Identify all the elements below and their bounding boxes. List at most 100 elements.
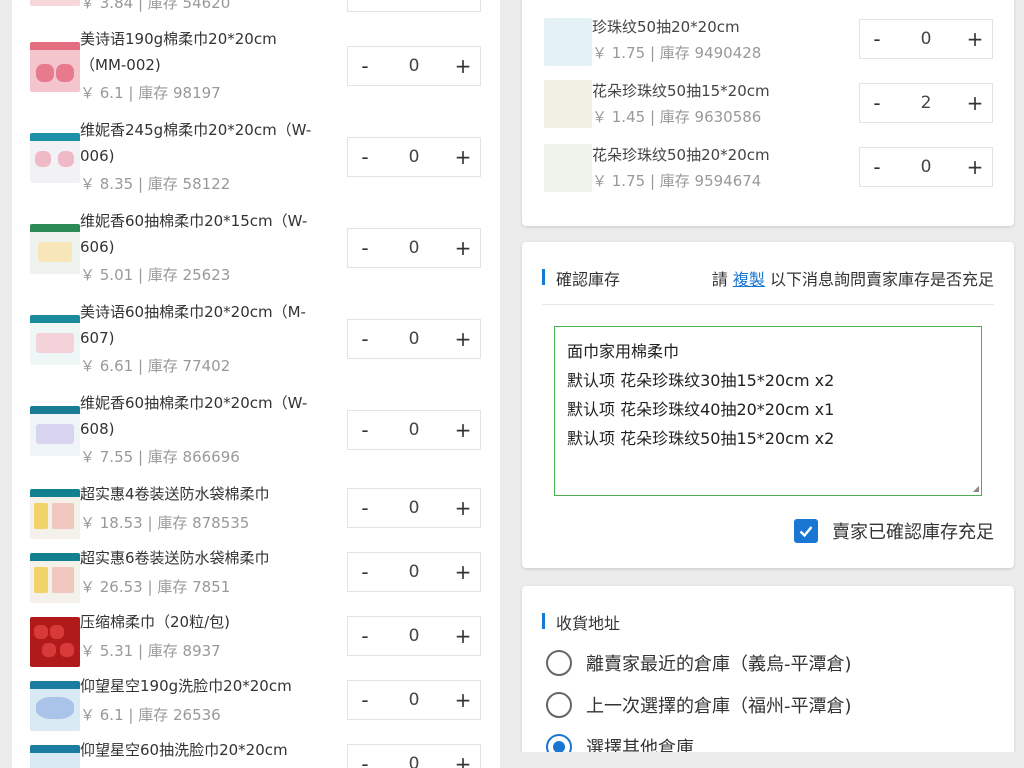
product-name: 仰望星空190g洗脸巾20*20cm — [80, 677, 292, 695]
tissue-roll-pack-icon — [30, 489, 80, 539]
product-price-stock: ￥ 18.53 | 庫存 878535 — [80, 514, 250, 532]
quantity-value: 0 — [408, 754, 420, 768]
decrement-button[interactable]: - — [348, 688, 382, 712]
confirm-stock-card: 確認庫存 請 複製 以下消息詢問賣家庫存是否充足 面巾家用棉柔巾 默认项 花朵珍… — [522, 242, 1014, 568]
quantity-stepper[interactable]: - 0 + — [347, 488, 481, 528]
quantity-stepper[interactable]: - 0 + — [859, 19, 993, 59]
decrement-button[interactable]: - — [348, 496, 382, 520]
quantity-stepper[interactable]: - 0 + — [347, 137, 481, 177]
message-line: 默认项 花朵珍珠纹30抽15*20cm x2 — [567, 371, 835, 390]
decrement-button[interactable]: - — [860, 91, 894, 115]
address-option[interactable]: 離賣家最近的倉庫（義烏-平潭倉) — [546, 650, 852, 676]
address-option[interactable]: 上一次選擇的倉庫（福州-平潭倉) — [546, 692, 852, 718]
increment-button[interactable]: + — [958, 91, 992, 115]
quantity-stepper[interactable]: - 0 + — [347, 680, 481, 720]
decrement-button[interactable]: - — [348, 327, 382, 351]
divider — [542, 304, 994, 305]
product-price-stock: ￥ 5.01 | 庫存 25623 — [80, 266, 231, 284]
product-name: 超实惠4卷装送防水袋棉柔巾 — [80, 485, 270, 503]
quantity-stepper[interactable]: - 0 + — [347, 46, 481, 86]
quantity-value: 0 — [920, 157, 932, 177]
message-line: 面巾家用棉柔巾 — [567, 342, 680, 361]
tissue-pack-icon — [544, 144, 592, 192]
decrement-button[interactable]: - — [348, 560, 382, 584]
bottom-strip — [500, 752, 1024, 768]
increment-button[interactable]: + — [446, 0, 480, 4]
quantity-value: 0 — [920, 29, 932, 49]
radio-unselected-icon[interactable] — [546, 650, 572, 676]
increment-button[interactable]: + — [446, 752, 480, 768]
quantity-value: 0 — [408, 238, 420, 258]
stock-message-textarea[interactable]: 面巾家用棉柔巾 默认项 花朵珍珠纹30抽15*20cm x2 默认项 花朵珍珠纹… — [554, 326, 982, 496]
product-name: 仰望星空60抽洗脸巾20*20cm — [80, 741, 288, 759]
quantity-value: 0 — [382, 0, 446, 2]
increment-button[interactable]: + — [446, 688, 480, 712]
quantity-stepper[interactable]: - 2 + — [859, 83, 993, 123]
quantity-stepper[interactable]: - 0 + — [347, 0, 481, 12]
message-line: 默认项 花朵珍珠纹40抽20*20cm x1 — [567, 400, 835, 419]
product-name: 花朵珍珠纹50抽20*20cm — [592, 146, 770, 164]
product-name: 花朵珍珠纹50抽15*20cm — [592, 82, 770, 100]
quantity-stepper[interactable]: - 0 + — [347, 410, 481, 450]
radio-unselected-icon[interactable] — [546, 692, 572, 718]
product-price-stock: ￥ 8.35 | 庫存 58122 — [80, 175, 231, 193]
product-name: 珍珠纹50抽20*20cm — [592, 18, 740, 36]
quantity-stepper[interactable]: - 0 + — [347, 319, 481, 359]
stock-confirmed-checkbox-row[interactable]: 賣家已確認庫存充足 — [794, 518, 994, 544]
increment-button[interactable]: + — [446, 145, 480, 169]
page: ￥ 3.84 | 庫存 54620 - 0 + 美诗语190g棉柔巾20*20c… — [0, 0, 1024, 768]
product-price-stock: ￥ 3.84 | 庫存 54620 — [80, 0, 231, 12]
decrement-button[interactable]: - — [348, 236, 382, 260]
increment-button[interactable]: + — [446, 327, 480, 351]
tissue-box-icon — [30, 315, 80, 365]
product-price-stock: ￥ 6.1 | 庫存 98197 — [80, 84, 221, 102]
product-price-stock: ￥ 1.75 | 庫存 9490428 — [592, 44, 762, 62]
face-towel-icon — [30, 681, 80, 731]
quantity-value: 2 — [920, 93, 932, 113]
decrement-button[interactable]: - — [348, 418, 382, 442]
decrement-button[interactable]: - — [860, 27, 894, 51]
decrement-button[interactable]: - — [348, 0, 382, 4]
quantity-stepper[interactable]: - 0 + — [347, 228, 481, 268]
message-line: 默认项 花朵珍珠纹50抽15*20cm x2 — [567, 429, 835, 448]
increment-button[interactable]: + — [446, 418, 480, 442]
product-price-stock: ￥ 7.55 | 庫存 866696 — [80, 448, 240, 466]
increment-button[interactable]: + — [958, 27, 992, 51]
decrement-button[interactable]: - — [348, 145, 382, 169]
decrement-button[interactable]: - — [348, 54, 382, 78]
increment-button[interactable]: + — [446, 560, 480, 584]
checkbox-label: 賣家已確認庫存充足 — [832, 522, 994, 543]
resize-handle-icon[interactable]: ◢ — [973, 484, 979, 493]
decrement-button[interactable]: - — [860, 155, 894, 179]
increment-button[interactable]: + — [446, 624, 480, 648]
product-price-stock: ￥ 5.31 | 庫存 8937 — [80, 642, 221, 660]
tissue-box-icon — [30, 406, 80, 456]
product-price-stock: ￥ 6.1 | 庫存 26536 — [80, 706, 221, 724]
copy-link[interactable]: 複製 — [733, 270, 765, 289]
decrement-button[interactable]: - — [348, 752, 382, 768]
increment-button[interactable]: + — [446, 496, 480, 520]
tissue-roll-pack-icon — [30, 553, 80, 603]
tissue-roll-icon — [30, 133, 80, 183]
quantity-stepper[interactable]: - 0 + — [347, 744, 481, 768]
checkbox-checked-icon[interactable] — [794, 519, 818, 543]
quantity-stepper[interactable]: - 0 + — [347, 552, 481, 592]
quantity-stepper[interactable]: - 0 + — [347, 616, 481, 656]
tissue-pack-pink-icon — [30, 0, 80, 6]
increment-button[interactable]: + — [958, 155, 992, 179]
increment-button[interactable]: + — [446, 236, 480, 260]
quantity-value: 0 — [408, 420, 420, 440]
copy-hint: 請 複製 以下消息詢問賣家庫存是否充足 — [711, 270, 994, 289]
product-name: 维妮香60抽棉柔巾20*15cm（W-606) — [80, 212, 308, 256]
product-name: 压缩棉柔巾（20粒/包) — [80, 613, 230, 631]
product-name: 美诗语190g棉柔巾20*20cm（MM-002) — [80, 30, 277, 74]
increment-button[interactable]: + — [446, 54, 480, 78]
quantity-stepper[interactable]: - 0 + — [859, 147, 993, 187]
decrement-button[interactable]: - — [348, 624, 382, 648]
compressed-towel-icon — [30, 617, 80, 667]
product-price-stock: ￥ 1.45 | 庫存 9630586 — [592, 108, 762, 126]
quantity-value: 0 — [408, 690, 420, 710]
quantity-value: 0 — [408, 147, 420, 167]
quantity-value: 0 — [408, 562, 420, 582]
face-towel-icon — [30, 745, 80, 768]
